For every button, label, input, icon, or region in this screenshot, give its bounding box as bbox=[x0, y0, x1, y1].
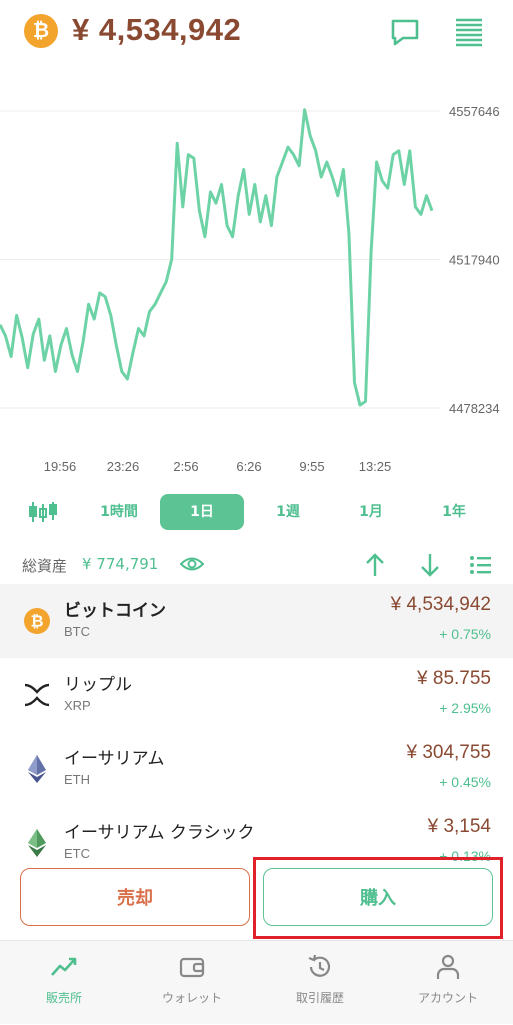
coin-symbol: BTC bbox=[64, 624, 90, 639]
nav-label: 販売所 bbox=[45, 991, 82, 1005]
trend-icon bbox=[51, 957, 77, 976]
range-1y[interactable]: 1年 bbox=[428, 494, 480, 530]
app-header: ₿ ¥ 4,534,942 bbox=[0, 0, 513, 62]
nav-label: 取引履歴 bbox=[295, 991, 344, 1005]
x-tick-label: 2:56 bbox=[173, 459, 198, 474]
price-line-series bbox=[0, 108, 434, 407]
sort-up-icon[interactable] bbox=[362, 552, 388, 578]
range-1d[interactable]: 1日 bbox=[160, 494, 244, 530]
x-tick-label: 23:26 bbox=[107, 459, 140, 474]
x-tick-label: 9:55 bbox=[299, 459, 324, 474]
history-icon bbox=[308, 954, 331, 977]
coin-name: ビットコイン bbox=[64, 601, 166, 621]
price-chart[interactable]: 4557646 4517940 4478234 19:56 23:26 2:56 6:26… bbox=[0, 88, 513, 488]
total-assets-label: 総資産 bbox=[22, 557, 68, 575]
xrp-icon bbox=[24, 683, 50, 707]
nav-label: アカウント bbox=[417, 991, 478, 1005]
total-assets-value: ¥ 774,791 bbox=[82, 555, 159, 573]
time-range-tabs: 1時間 1日 1週 1月 1年 bbox=[0, 494, 513, 530]
coin-change: + 2.95% bbox=[439, 700, 491, 716]
chart-grid bbox=[0, 110, 440, 409]
bitcoin-icon: ₿ bbox=[24, 608, 50, 634]
range-1h[interactable]: 1時間 bbox=[88, 494, 150, 530]
coin-change: + 0.75% bbox=[439, 626, 491, 642]
bitcoin-icon: ₿ bbox=[24, 14, 58, 48]
list-view-icon[interactable] bbox=[468, 552, 494, 578]
sort-down-icon[interactable] bbox=[417, 552, 443, 578]
x-tick-label: 6:26 bbox=[236, 459, 261, 474]
wallet-icon bbox=[179, 957, 205, 978]
svg-text:₿: ₿ bbox=[30, 613, 43, 631]
y-tick-label: 4557646 bbox=[449, 104, 500, 119]
nav-account[interactable]: アカウント bbox=[384, 941, 512, 1025]
coin-name: リップル bbox=[64, 675, 132, 695]
coin-change: + 0.45% bbox=[439, 774, 491, 790]
coin-price: ¥ 304,755 bbox=[406, 742, 491, 763]
coin-price: ¥ 4,534,942 bbox=[390, 594, 491, 615]
nav-label: ウォレット bbox=[161, 991, 222, 1005]
coin-row-xrp[interactable]: リップル XRP ¥ 85.755 + 2.95% bbox=[0, 658, 513, 732]
nav-wallet[interactable]: ウォレット bbox=[128, 941, 256, 1025]
coin-name: イーサリアム bbox=[64, 749, 165, 769]
x-tick-label: 19:56 bbox=[44, 459, 77, 474]
y-tick-label: 4517940 bbox=[449, 253, 500, 268]
nav-exchange[interactable]: 販売所 bbox=[0, 941, 128, 1025]
coin-row-btc[interactable]: ₿ ビットコイン BTC ¥ 4,534,942 + 0.75% bbox=[0, 584, 513, 658]
coin-symbol: ETC bbox=[64, 846, 90, 861]
coin-symbol: ETH bbox=[64, 772, 90, 787]
coin-price: ¥ 3,154 bbox=[427, 816, 491, 837]
chat-icon[interactable] bbox=[388, 14, 422, 48]
y-tick-label: 4478234 bbox=[449, 401, 500, 416]
total-assets-bar: 総資産 ¥ 774,791 bbox=[0, 548, 513, 582]
buy-button-highlight bbox=[253, 857, 503, 939]
nav-history[interactable]: 取引履歴 bbox=[256, 941, 384, 1025]
user-icon bbox=[436, 954, 460, 979]
coin-symbol: XRP bbox=[64, 698, 91, 713]
ethereum-icon bbox=[28, 755, 46, 783]
sell-button[interactable]: 売却 bbox=[20, 868, 250, 926]
coin-name: イーサリアム クラシック bbox=[64, 823, 255, 843]
coin-row-eth[interactable]: イーサリアム ETH ¥ 304,755 + 0.45% bbox=[0, 732, 513, 806]
candlestick-icon[interactable] bbox=[28, 500, 58, 524]
menu-lines-icon[interactable] bbox=[452, 14, 486, 48]
range-1w[interactable]: 1週 bbox=[262, 494, 314, 530]
bottom-nav: 販売所 ウォレット 取引履歴 アカウント bbox=[0, 940, 513, 1024]
x-tick-label: 13:25 bbox=[359, 459, 392, 474]
current-price: ¥ 4,534,942 bbox=[72, 12, 242, 47]
coin-price: ¥ 85.755 bbox=[417, 668, 491, 689]
eye-icon[interactable] bbox=[180, 554, 204, 574]
ethereum-classic-icon bbox=[28, 829, 46, 857]
range-1m[interactable]: 1月 bbox=[345, 494, 397, 530]
